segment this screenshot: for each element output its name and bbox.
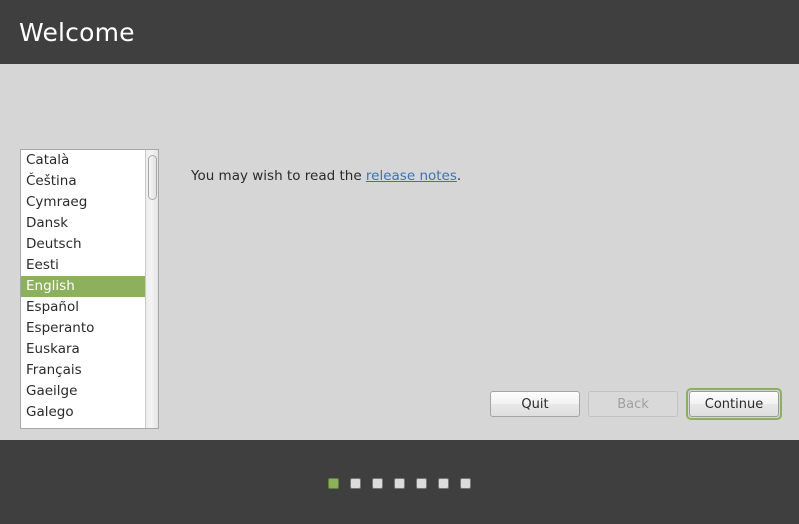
language-list-item[interactable]: Gaeilge bbox=[21, 381, 145, 402]
step-dot bbox=[350, 477, 361, 489]
language-list-item[interactable]: Euskara bbox=[21, 339, 145, 360]
language-list-item[interactable]: Cymraeg bbox=[21, 192, 145, 213]
step-dot bbox=[460, 477, 471, 489]
continue-button[interactable]: Continue bbox=[689, 391, 779, 417]
language-list-item[interactable]: Dansk bbox=[21, 213, 145, 234]
release-notes-suffix: . bbox=[456, 168, 462, 184]
continue-button-focus-ring: Continue bbox=[686, 388, 782, 420]
back-button: Back bbox=[588, 391, 678, 417]
language-list-item[interactable]: Galego bbox=[21, 402, 145, 423]
language-list-item[interactable]: Esperanto bbox=[21, 318, 145, 339]
release-notes-link[interactable]: release notes bbox=[366, 168, 457, 184]
page-title: Welcome bbox=[19, 17, 135, 47]
installer-window: Welcome Català Čeština Cymraeg Dansk Deutsch… bbox=[0, 0, 799, 524]
release-notes-prefix: You may wish to read the bbox=[191, 168, 366, 184]
language-list[interactable]: Català Čeština Cymraeg Dansk Deutsch Eesti Eng… bbox=[21, 150, 146, 428]
window-footer bbox=[0, 440, 799, 524]
step-indicator bbox=[328, 477, 471, 489]
step-dot bbox=[372, 477, 383, 489]
step-dot bbox=[416, 477, 427, 489]
language-list-item[interactable]: Eesti bbox=[21, 255, 145, 276]
language-list-scrollbar[interactable] bbox=[145, 150, 158, 428]
main-content: Català Čeština Cymraeg Dansk Deutsch Eesti Eng… bbox=[0, 64, 799, 440]
language-list-item[interactable]: Deutsch bbox=[21, 234, 145, 255]
language-list-item[interactable]: Español bbox=[21, 297, 145, 318]
language-list-item[interactable]: English bbox=[21, 276, 146, 297]
language-list-frame: Català Čeština Cymraeg Dansk Deutsch Eesti Eng… bbox=[20, 149, 159, 429]
language-list-item[interactable]: Català bbox=[21, 150, 145, 171]
step-dot bbox=[438, 477, 449, 489]
release-notes-text: You may wish to read the release notes. bbox=[191, 168, 461, 184]
window-header: Welcome bbox=[0, 0, 799, 64]
scrollbar-thumb[interactable] bbox=[148, 155, 158, 200]
navigation-buttons: Quit Back Continue bbox=[490, 388, 782, 420]
step-dot bbox=[328, 477, 339, 489]
step-dot bbox=[394, 477, 405, 489]
language-list-item[interactable]: Čeština bbox=[21, 171, 145, 192]
language-list-item[interactable]: Français bbox=[21, 360, 145, 381]
quit-button[interactable]: Quit bbox=[490, 391, 580, 417]
